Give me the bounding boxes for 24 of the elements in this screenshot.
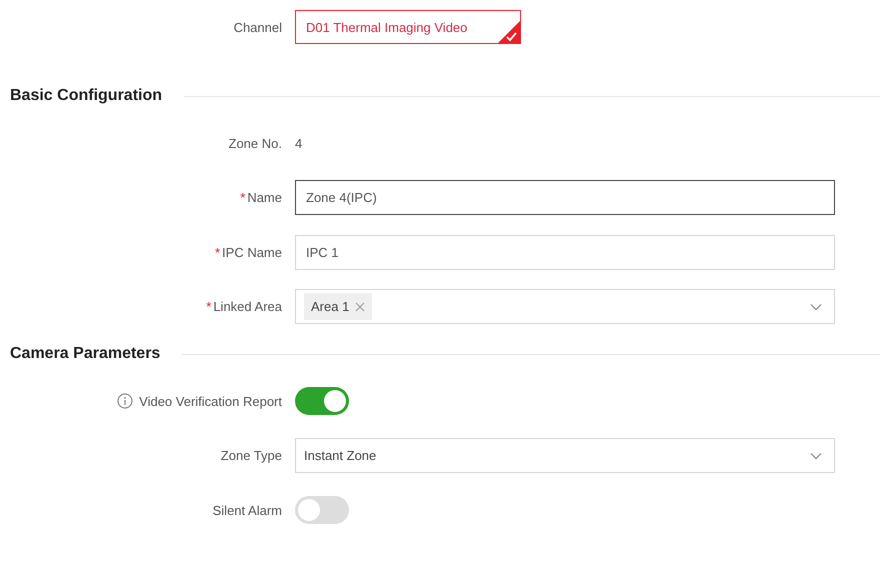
- check-corner-icon: [498, 21, 520, 43]
- info-icon[interactable]: [117, 393, 134, 410]
- chevron-down-icon: [810, 452, 822, 460]
- field-label: *Name: [240, 190, 282, 206]
- text-field[interactable]: Zone 4(IPC): [295, 180, 835, 216]
- toggle-switch[interactable]: [295, 387, 349, 416]
- multi-select-field[interactable]: Area 1: [295, 289, 835, 324]
- field-label: *Linked Area: [206, 299, 282, 314]
- field-label: *IPC Name: [214, 244, 282, 260]
- section-title: Basic Configuration: [10, 87, 162, 105]
- field-label: Zone Type: [220, 448, 282, 464]
- text-field[interactable]: IPC 1: [295, 234, 835, 270]
- field-value: 4: [295, 136, 302, 151]
- area-tag: Area 1: [304, 293, 372, 320]
- section-title: Camera Parameters: [10, 345, 160, 363]
- toggle-switch[interactable]: [295, 496, 349, 524]
- channel-chip[interactable]: D01 Thermal Imaging Video: [295, 10, 521, 44]
- field-label: Zone No.: [228, 136, 282, 151]
- field-label: Video Verification Report: [139, 394, 282, 409]
- field-label: Silent Alarm: [212, 502, 282, 518]
- select-field[interactable]: Instant Zone: [295, 438, 835, 474]
- field-label: Channel: [234, 20, 282, 34]
- close-icon[interactable]: [355, 302, 366, 312]
- chevron-down-icon: [810, 302, 822, 311]
